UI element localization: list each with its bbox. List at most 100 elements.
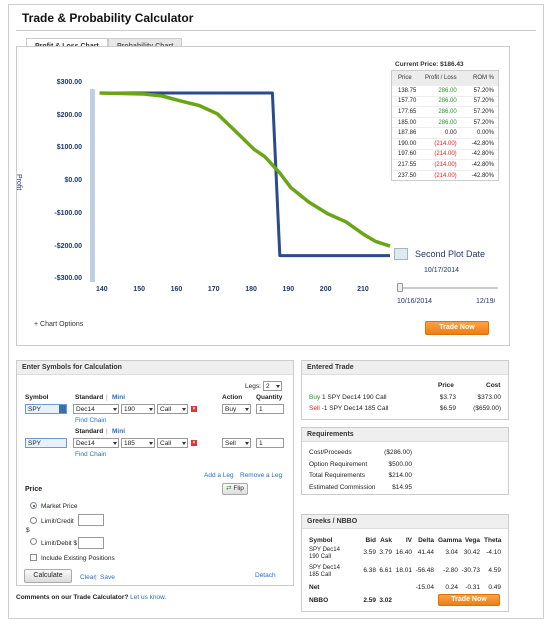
price-table: Price Profit / Loss ROM % 138.75 286.00 57…: [391, 70, 499, 182]
action-select[interactable]: Buy: [222, 404, 251, 414]
greeks-header-ask: Ask: [380, 537, 392, 544]
date-slider-track[interactable]: [398, 287, 498, 289]
requirement-label: Total Requirements: [309, 472, 365, 479]
calculate-button[interactable]: Calculate: [24, 569, 72, 583]
requirements-title: Requirements: [302, 428, 508, 442]
price-header: Price: [25, 486, 43, 493]
y-axis-title: Profit: [15, 174, 22, 191]
greeks-symbol-line2: 190 Call: [309, 554, 332, 560]
pl-cell: 0.00: [445, 130, 457, 137]
standard-label: Standard: [75, 394, 104, 401]
pl-cell: 286.00: [438, 119, 457, 126]
trade-cost: ($659.00): [473, 405, 501, 412]
pl-cell: 286.00: [438, 87, 457, 94]
expiry-select[interactable]: Dec14: [73, 438, 119, 448]
second-plot-date-label: Second Plot Date: [415, 249, 486, 259]
nbbo-ask: 3.02: [379, 597, 392, 604]
greeks-cell-iv: 16.40: [395, 549, 412, 556]
slider-end-date: 12/19/2014: [476, 298, 495, 305]
greeks-header-gamma: Gamma: [438, 537, 462, 544]
y-tick-label: -$100.00: [54, 209, 82, 217]
limit-debit-radio[interactable]: [30, 538, 37, 545]
x-tick-label: 160: [170, 286, 183, 293]
greeks-cell-theta: -4.10: [486, 549, 501, 556]
chart-trade-now-button[interactable]: Trade Now: [425, 321, 489, 335]
greeks-header-bid: Bid: [365, 537, 376, 544]
entered-price-header: Price: [438, 382, 454, 389]
nbbo-label: NBBO: [309, 597, 329, 604]
limit-debit-input[interactable]: [78, 537, 104, 549]
greeks-symbol-line2: 185 Call: [309, 572, 332, 578]
symbol-input[interactable]: SPY: [25, 404, 67, 414]
quantity-input[interactable]: 1: [256, 438, 284, 448]
pl-cell: (214.00): [434, 161, 457, 168]
chevron-down-icon: [59, 405, 66, 413]
standard-label: Standard: [75, 428, 104, 435]
title-divider: [16, 30, 536, 31]
limit-credit-dollar: $: [26, 527, 30, 534]
remove-leg-icon[interactable]: ×: [191, 440, 197, 446]
greeks-net-delta: -15.04: [415, 584, 434, 591]
strike-select[interactable]: 185: [121, 438, 155, 448]
expiry-select[interactable]: Dec14: [73, 404, 119, 414]
mini-label[interactable]: Mini: [112, 394, 125, 401]
entered-trade-title: Entered Trade: [302, 361, 508, 375]
quantity-input[interactable]: 1: [256, 404, 284, 414]
symbol-value: SPY: [28, 406, 42, 413]
date-slider-handle[interactable]: [397, 283, 403, 292]
symbol-value: SPY: [28, 440, 42, 447]
price-cell: 197.60: [398, 151, 417, 158]
symbol-input[interactable]: SPY: [25, 438, 67, 448]
price-cell: 177.65: [398, 108, 417, 115]
chevron-down-icon: [182, 442, 186, 445]
market-price-label: Market Price: [41, 503, 78, 510]
entered-cost-header: Cost: [486, 382, 501, 389]
flip-button[interactable]: ⇄ Flip: [222, 483, 248, 495]
action-select[interactable]: Sell: [222, 438, 251, 448]
price-table-row: 190.00 (214.00) -42.80%: [392, 137, 498, 149]
remove-leg-icon[interactable]: ×: [191, 406, 197, 412]
current-price: Current Price: $186.43: [395, 61, 464, 68]
quantity-value: 1: [259, 440, 263, 447]
trade-desc: -1 SPY Dec14 185 Call: [321, 405, 389, 412]
chevron-down-icon: [276, 385, 280, 388]
include-existing-checkbox[interactable]: [30, 554, 37, 561]
chevron-down-icon: [149, 408, 153, 411]
type-select[interactable]: Call: [157, 438, 188, 448]
strike-select[interactable]: 190: [121, 404, 155, 414]
market-price-radio[interactable]: [30, 502, 37, 509]
greeks-cell-vega: 30.42: [463, 549, 480, 556]
price-cell: 138.75: [398, 87, 417, 94]
action-select-value: Buy: [225, 406, 237, 413]
type-select-value: Call: [160, 406, 172, 413]
save-link[interactable]: Save: [100, 574, 115, 581]
limit-credit-radio[interactable]: [30, 517, 37, 524]
y-axis-bar: [90, 89, 95, 282]
comments-text: Comments on our Trade Calculator? Let us…: [16, 594, 166, 601]
rom-cell: 57.20%: [473, 119, 494, 126]
pl-cell: 286.00: [438, 98, 457, 105]
clear-link[interactable]: Clear: [80, 574, 96, 581]
detach-link[interactable]: Detach: [255, 572, 276, 579]
remove-leg-link[interactable]: Remove a Leg: [240, 472, 282, 479]
greeks-trade-now-button[interactable]: Trade Now: [438, 594, 500, 606]
greeks-cell-vega: -30.73: [461, 567, 480, 574]
greeks-cell-ask: 6.61: [379, 567, 392, 574]
add-leg-link[interactable]: Add a Leg: [204, 472, 234, 479]
comments-link[interactable]: Let us know.: [130, 594, 166, 601]
y-tick-label: $200.00: [56, 111, 82, 119]
strike-select-value: 190: [124, 406, 135, 413]
type-select[interactable]: Call: [157, 404, 188, 414]
limit-credit-input[interactable]: [78, 514, 104, 526]
greeks-symbol-line1: SPY Dec14: [309, 565, 340, 571]
find-chain-link[interactable]: Find Chain: [75, 417, 106, 424]
mini-label[interactable]: Mini: [112, 428, 125, 435]
legs-select[interactable]: 2: [263, 381, 282, 391]
calendar-icon[interactable]: [394, 248, 408, 260]
greeks-header-vega: Vega: [464, 537, 480, 544]
comments-question: Comments on our Trade Calculator?: [16, 594, 129, 601]
include-existing-label: Include Existing Positions: [41, 555, 115, 562]
separator: |: [106, 394, 108, 401]
chart-options-toggle[interactable]: + Chart Options: [34, 321, 83, 328]
find-chain-link[interactable]: Find Chain: [75, 451, 106, 458]
